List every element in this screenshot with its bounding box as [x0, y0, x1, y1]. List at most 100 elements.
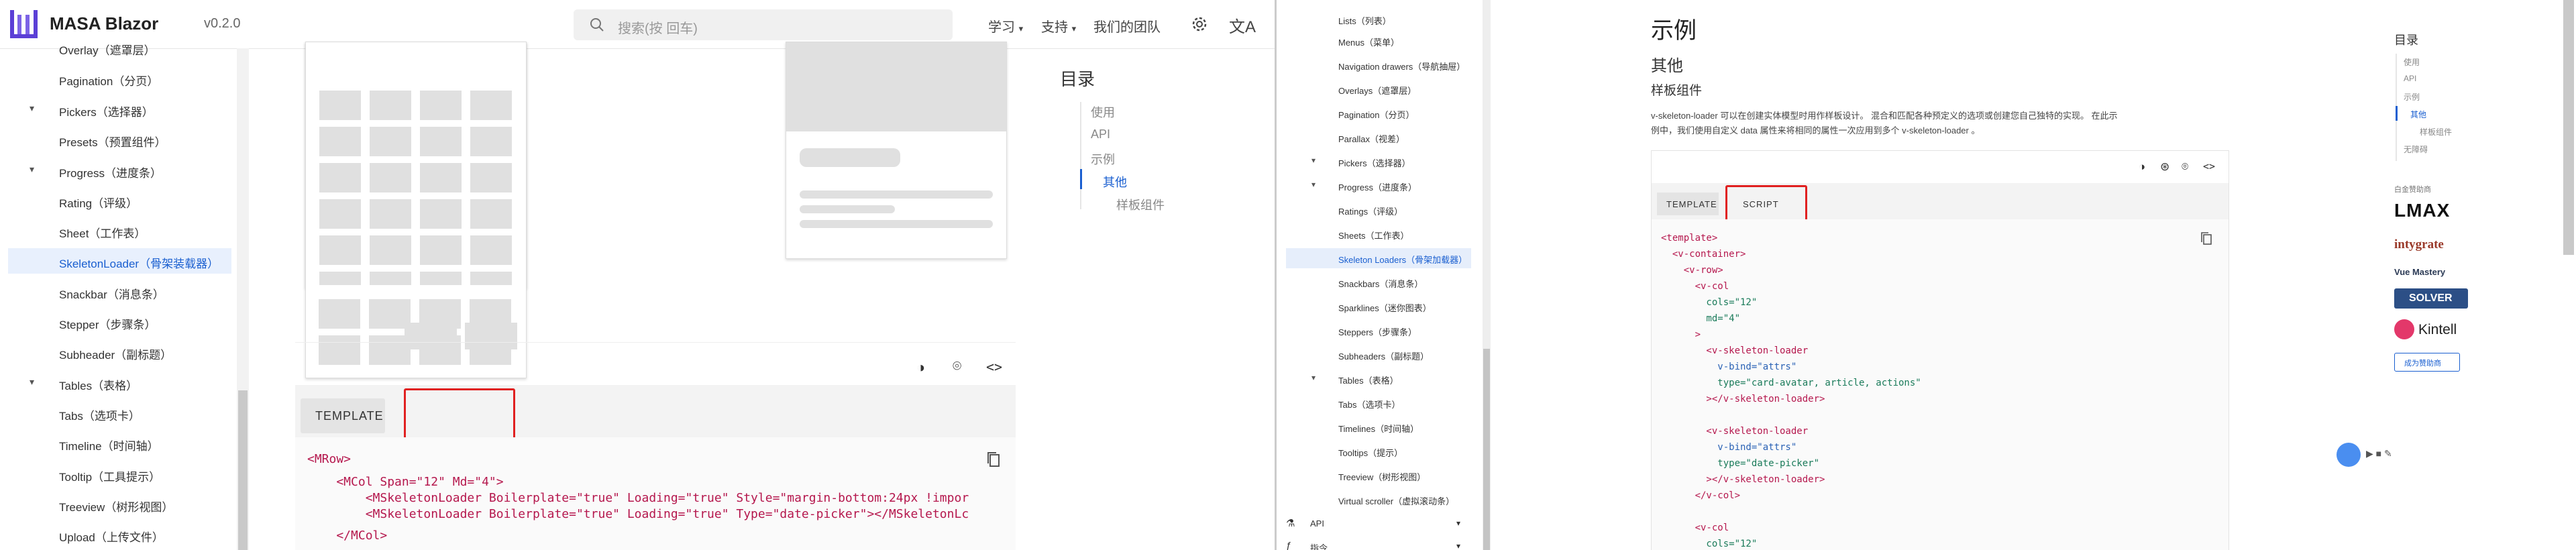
github-icon[interactable]: ⌾: [953, 358, 961, 375]
sidebar-item[interactable]: ▾ Progress（进度条）: [1277, 176, 1471, 196]
page-scrollbar-thumb[interactable]: [2563, 0, 2574, 255]
copy-icon[interactable]: [2200, 231, 2212, 246]
sidebar-item[interactable]: Presets（预置组件）: [0, 127, 231, 152]
sidebar-item-skeleton-loaders[interactable]: Skeleton Loaders（骨架加载器）: [1286, 248, 1471, 268]
sidebar-item[interactable]: Tabs（选项卡）: [1277, 393, 1471, 413]
sidebar-item[interactable]: Snackbar（消息条）: [0, 279, 231, 305]
code-line: v-bind="attrs": [1661, 362, 1797, 372]
code-line: v-bind="attrs": [1661, 442, 1797, 453]
sidebar-item[interactable]: Tooltip（工具提示）: [0, 461, 231, 487]
sidebar-item[interactable]: Tooltips（提示）: [1277, 441, 1471, 461]
sidebar-item[interactable]: ▾ Pickers（选择器）: [1277, 152, 1471, 172]
description-line: 例中，我们使用自定义 data 属性来将相同的属性一次应用到多个 v-skele…: [1651, 125, 1980, 135]
floating-record-button[interactable]: [2337, 443, 2361, 467]
version-label: v0.2.0: [204, 16, 241, 31]
sidebar-item[interactable]: Overlays（遮罩层）: [1277, 79, 1471, 99]
skeleton-preview: [295, 42, 1016, 385]
toc-item[interactable]: 无障碍: [2404, 144, 2428, 155]
sidebar-item[interactable]: Steppers（步骤条）: [1277, 321, 1471, 341]
sidebar-item[interactable]: Subheader（副标题）: [0, 339, 231, 365]
translate-icon[interactable]: 文A: [1229, 13, 1256, 37]
copy-icon[interactable]: [986, 451, 1001, 468]
media-controls-icon[interactable]: ▶ ■ ✎: [2366, 448, 2392, 459]
sidebar-item[interactable]: Menus（菜单）: [1277, 31, 1471, 51]
toc-item[interactable]: 示例: [1091, 150, 1115, 168]
sidebar-item[interactable]: Sparklines（迷你图表）: [1277, 296, 1471, 317]
sidebar-item[interactable]: Treeview（树形视图）: [0, 492, 231, 517]
sponsor-lmax[interactable]: LMAX: [2394, 200, 2450, 221]
nav-team[interactable]: 我们的团队: [1093, 16, 1161, 36]
tab-template[interactable]: TEMPLATE: [301, 398, 385, 433]
scrollbar-thumb[interactable]: [1483, 349, 1490, 550]
sidebar-item-directives[interactable]: ƒ 指令 ▾: [1277, 537, 1471, 550]
sidebar-item[interactable]: Timeline（时间轴）: [0, 431, 231, 456]
code-line: md="4": [1661, 313, 1741, 324]
nav-learn[interactable]: 学习 ▾: [988, 16, 1023, 36]
example-toolbar: ◑ ⌾ <>: [295, 342, 1016, 386]
sidebar-scrollbar[interactable]: [237, 48, 249, 550]
toc-item[interactable]: 使用: [1091, 103, 1115, 121]
tab-template[interactable]: TEMPLATE: [1657, 192, 1719, 215]
sidebar-item[interactable]: Overlay（遮罩层）: [0, 35, 231, 60]
code-line: <v-container>: [1661, 249, 1746, 260]
example-card: ◑ ⊛ ⌾ <> TEMPLATE SCRIPT <template> <v-c…: [1651, 150, 2229, 550]
toc-item[interactable]: 使用: [2404, 56, 2420, 68]
sidebar-item[interactable]: Parallax（视差）: [1277, 127, 1471, 148]
brand-name[interactable]: MASA Blazor: [50, 13, 158, 34]
sidebar-item[interactable]: Ratings（评级）: [1277, 200, 1471, 220]
sidebar-item[interactable]: Tabs（选项卡）: [0, 400, 231, 426]
sponsor-kintell[interactable]: Kintell: [2418, 322, 2457, 338]
code-line: type="date-picker": [1661, 458, 1820, 469]
sidebar-item[interactable]: Subheaders（副标题）: [1277, 345, 1471, 365]
sidebar-item-skeleton-loader[interactable]: SkeletonLoader（骨架装载器）: [8, 248, 231, 274]
sidebar-item[interactable]: ▾ Progress（进度条）: [0, 158, 231, 183]
sidebar-item[interactable]: Timelines（时间轴）: [1277, 417, 1471, 437]
code-line: ></v-skeleton-loader>: [1661, 474, 1825, 485]
toc-item-active[interactable]: 其他: [2410, 109, 2426, 120]
sidebar-item[interactable]: Pagination（分页）: [1277, 103, 1471, 123]
sponsor-vue-mastery[interactable]: Vue Mastery: [2394, 267, 2445, 277]
sidebar-item[interactable]: Pagination（分页）: [0, 66, 231, 91]
sidebar-item[interactable]: ▾ Pickers（选择器）: [0, 97, 231, 122]
sidebar-item[interactable]: ▾ Tables（表格）: [1277, 369, 1471, 389]
view-code-icon[interactable]: <>: [2203, 160, 2215, 172]
code-line: type="card-avatar, article, actions": [1661, 378, 1921, 388]
nav-support[interactable]: 支持 ▾: [1041, 16, 1076, 36]
toc-item[interactable]: 样板组件: [2420, 126, 2452, 138]
sponsor-solver-logo[interactable]: SOLVER: [2394, 288, 2468, 309]
code-block: <template> <v-container> <v-row> <v-col …: [1652, 219, 2229, 550]
toc-item[interactable]: 样板组件: [1116, 196, 1165, 213]
sidebar-item[interactable]: Sheet（工作表）: [0, 218, 231, 243]
sidebar-item[interactable]: Lists（列表）: [1277, 9, 1471, 30]
sidebar-item[interactable]: Rating（评级）: [0, 188, 231, 213]
sidebar-item-api[interactable]: ⚗ API ▾: [1277, 514, 1471, 534]
toc-item[interactable]: API: [1091, 127, 1110, 142]
kintell-logo-icon: [2394, 319, 2414, 339]
search-icon: [590, 18, 604, 32]
code-line: <v-col: [1661, 522, 1729, 533]
toc-item[interactable]: 示例: [2404, 91, 2420, 103]
theme-toggle-icon[interactable]: ◑: [916, 359, 925, 376]
sidebar-scrollbar[interactable]: [1483, 0, 1491, 550]
toc-item-active[interactable]: 其他: [1103, 173, 1127, 190]
theme-toggle-icon[interactable]: ◑: [2139, 160, 2145, 174]
become-sponsor-button[interactable]: 成为赞助商: [2394, 353, 2460, 372]
search-input[interactable]: 搜索(按 回车): [574, 9, 953, 40]
sidebar-item[interactable]: Virtual scroller（虚拟滚动条）: [1277, 490, 1471, 510]
sponsor-intygrate[interactable]: intygrate: [2394, 237, 2444, 252]
sidebar-item[interactable]: Sheets（工作表）: [1277, 224, 1471, 244]
section-heading: 示例: [1651, 18, 1697, 44]
sidebar-item[interactable]: Navigation drawers（导航抽屉）: [1277, 55, 1471, 75]
sidebar-item[interactable]: ▾ Tables（表格）: [0, 370, 231, 396]
sidebar-item[interactable]: Stepper（步骤条）: [0, 309, 231, 335]
toc-item[interactable]: API: [2404, 74, 2416, 83]
sidebar-item[interactable]: Snackbars（消息条）: [1277, 272, 1471, 292]
view-code-icon[interactable]: <>: [986, 359, 1002, 375]
sidebar-nav: Lists（列表） Menus（菜单） Navigation drawers（导…: [1277, 0, 1478, 550]
sidebar-item[interactable]: Treeview（树形视图）: [1277, 465, 1471, 486]
codepen-icon[interactable]: ⊛: [2160, 160, 2169, 174]
github-icon[interactable]: ⌾: [2182, 160, 2188, 174]
sidebar-item[interactable]: Upload（上传文件）: [0, 522, 231, 547]
settings-gear-icon[interactable]: [1190, 15, 1209, 34]
scrollbar-thumb[interactable]: [238, 390, 248, 550]
